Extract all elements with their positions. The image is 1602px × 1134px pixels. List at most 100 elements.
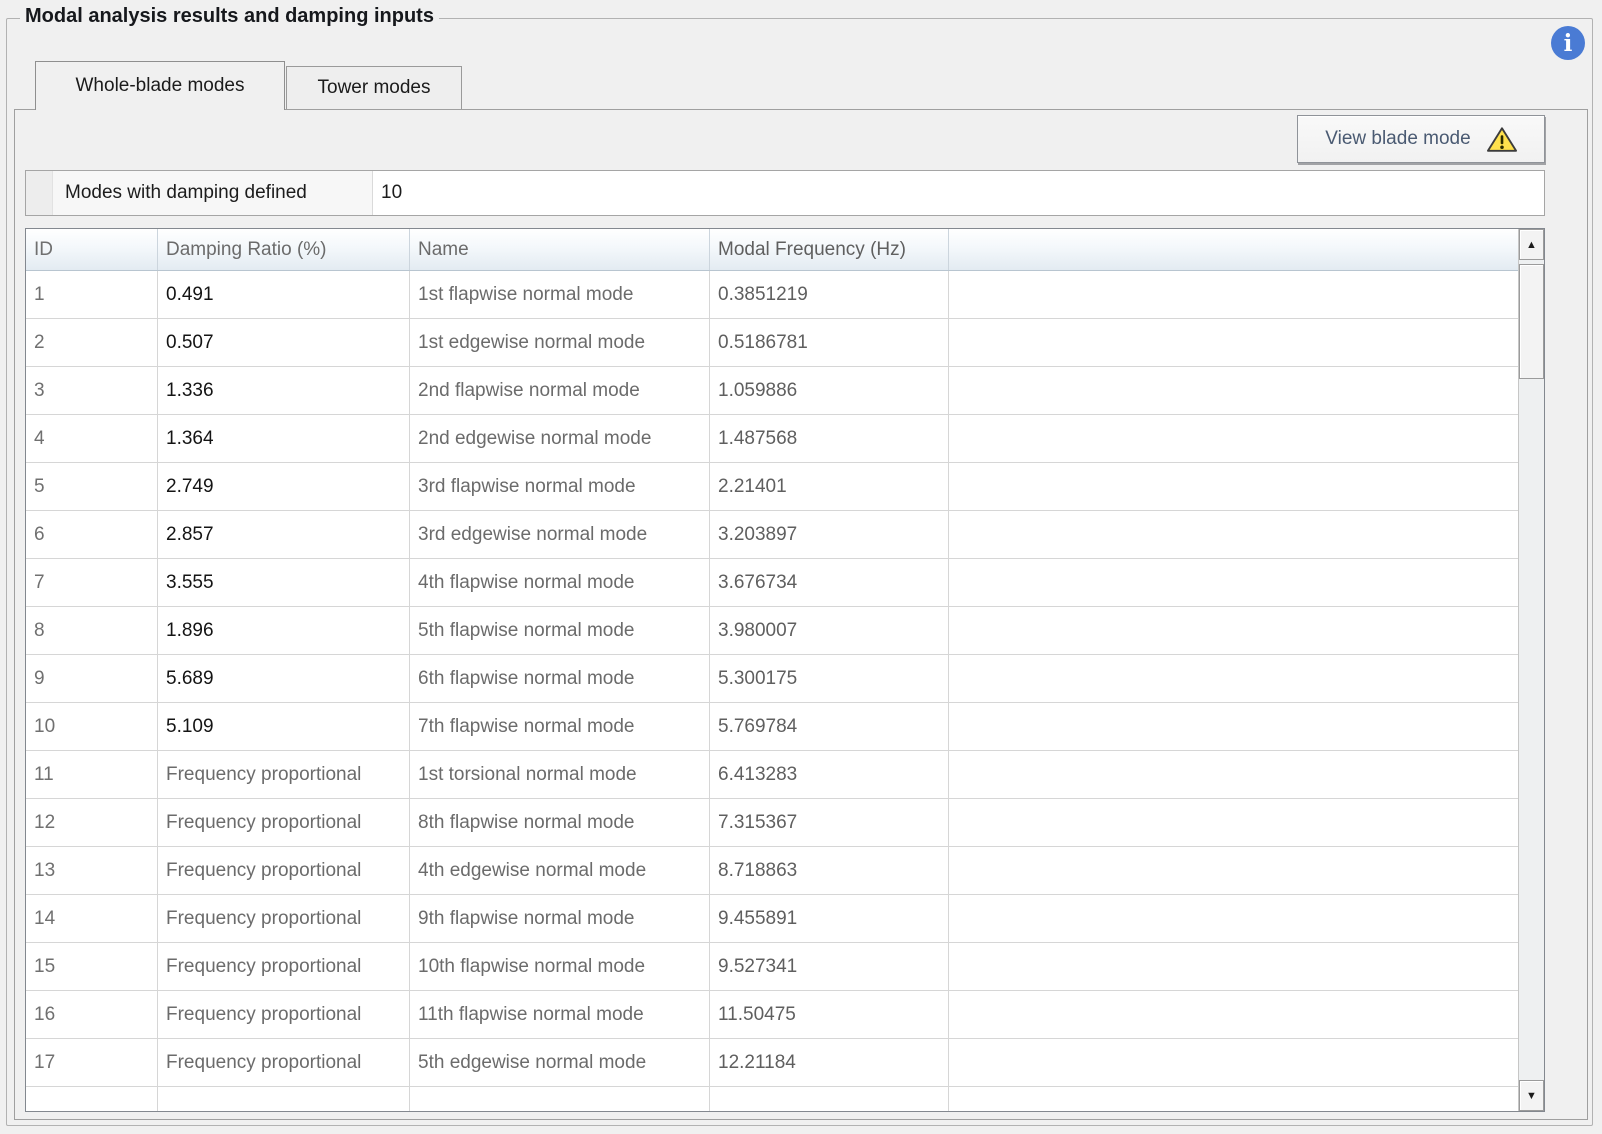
table-row: 11Frequency proportional1st torsional no… bbox=[26, 751, 1518, 799]
vertical-scrollbar[interactable]: ▲ ▼ bbox=[1518, 229, 1544, 1111]
column-header-damping[interactable]: Damping Ratio (%) bbox=[158, 229, 410, 270]
cell-name: 9th flapwise normal mode bbox=[410, 895, 710, 943]
tab-tower-modes[interactable]: Tower modes bbox=[286, 66, 462, 109]
column-header-name[interactable]: Name bbox=[410, 229, 710, 270]
cell-freq: 12.21184 bbox=[710, 1039, 949, 1087]
cell-filler bbox=[949, 751, 1518, 799]
cell-damping: Frequency proportional bbox=[158, 1039, 410, 1087]
cell-filler bbox=[949, 1087, 1518, 1111]
cell-name: 7th flapwise normal mode bbox=[410, 703, 710, 751]
cell-freq: 6.413283 bbox=[710, 751, 949, 799]
cell-name: 1st torsional normal mode bbox=[410, 751, 710, 799]
cell-damping[interactable]: 2.749 bbox=[158, 463, 410, 511]
column-header-id[interactable]: ID bbox=[26, 229, 158, 270]
scroll-down-button[interactable]: ▼ bbox=[1519, 1080, 1544, 1111]
modes-with-damping-label: Modes with damping defined bbox=[53, 171, 373, 215]
cell-name: 5th flapwise normal mode bbox=[410, 607, 710, 655]
modes-with-damping-input[interactable]: 10 bbox=[373, 171, 1544, 215]
cell-filler bbox=[949, 895, 1518, 943]
cell-filler bbox=[949, 847, 1518, 895]
cell-filler bbox=[949, 463, 1518, 511]
cell-name: 4th flapwise normal mode bbox=[410, 559, 710, 607]
cell-damping: Frequency proportional bbox=[158, 991, 410, 1039]
cell-damping[interactable]: 0.507 bbox=[158, 319, 410, 367]
table-row: 16Frequency proportional11th flapwise no… bbox=[26, 991, 1518, 1039]
scrollbar-thumb[interactable] bbox=[1519, 264, 1544, 379]
cell-freq: 3.980007 bbox=[710, 607, 949, 655]
cell-name: 2nd flapwise normal mode bbox=[410, 367, 710, 415]
cell-filler bbox=[949, 559, 1518, 607]
cell-damping[interactable]: 1.336 bbox=[158, 367, 410, 415]
cell-freq: 5.769784 bbox=[710, 703, 949, 751]
warning-icon bbox=[1487, 126, 1517, 153]
info-icon[interactable]: i bbox=[1551, 26, 1585, 60]
cell-damping[interactable]: 1.364 bbox=[158, 415, 410, 463]
cell-name: 1st flapwise normal mode bbox=[410, 271, 710, 319]
cell-freq: 9.455891 bbox=[710, 895, 949, 943]
cell-damping[interactable]: 5.689 bbox=[158, 655, 410, 703]
table-header-row: ID Damping Ratio (%) Name Modal Frequenc… bbox=[26, 229, 1518, 271]
cell-freq: 0.5186781 bbox=[710, 319, 949, 367]
cell-name: 6th flapwise normal mode bbox=[410, 655, 710, 703]
cell-damping: Frequency proportional bbox=[158, 799, 410, 847]
cell-name: 4th edgewise normal mode bbox=[410, 847, 710, 895]
table-row: 81.8965th flapwise normal mode3.980007 bbox=[26, 607, 1518, 655]
cell-freq: 3.676734 bbox=[710, 559, 949, 607]
tab-label: Whole-blade modes bbox=[76, 75, 245, 97]
table-row: 73.5554th flapwise normal mode3.676734 bbox=[26, 559, 1518, 607]
cell-filler bbox=[949, 943, 1518, 991]
cell-id: 9 bbox=[26, 655, 158, 703]
cell-id bbox=[26, 1087, 158, 1111]
table-row: 62.8573rd edgewise normal mode3.203897 bbox=[26, 511, 1518, 559]
cell-freq: 7.315367 bbox=[710, 799, 949, 847]
cell-freq: 1.487568 bbox=[710, 415, 949, 463]
info-icon-glyph: i bbox=[1564, 30, 1573, 57]
cell-damping: Frequency proportional bbox=[158, 847, 410, 895]
scroll-down-icon: ▼ bbox=[1526, 1090, 1537, 1102]
cell-id: 12 bbox=[26, 799, 158, 847]
tab-label: Tower modes bbox=[318, 77, 431, 99]
cell-damping[interactable]: 0.491 bbox=[158, 271, 410, 319]
table-row: 14Frequency proportional9th flapwise nor… bbox=[26, 895, 1518, 943]
table-row: 31.3362nd flapwise normal mode1.059886 bbox=[26, 367, 1518, 415]
cell-filler bbox=[949, 1039, 1518, 1087]
column-header-frequency[interactable]: Modal Frequency (Hz) bbox=[710, 229, 949, 270]
cell-filler bbox=[949, 703, 1518, 751]
cell-id: 1 bbox=[26, 271, 158, 319]
cell-id: 11 bbox=[26, 751, 158, 799]
cell-id: 7 bbox=[26, 559, 158, 607]
cell-name: 1st edgewise normal mode bbox=[410, 319, 710, 367]
table-row: 95.6896th flapwise normal mode5.300175 bbox=[26, 655, 1518, 703]
cell-filler bbox=[949, 655, 1518, 703]
cell-id: 6 bbox=[26, 511, 158, 559]
cell-id: 3 bbox=[26, 367, 158, 415]
view-blade-mode-button[interactable]: View blade mode bbox=[1297, 115, 1545, 163]
table-row: 105.1097th flapwise normal mode5.769784 bbox=[26, 703, 1518, 751]
table-row: 10.4911st flapwise normal mode0.3851219 bbox=[26, 271, 1518, 319]
cell-name: 5th edgewise normal mode bbox=[410, 1039, 710, 1087]
cell-freq: 11.50475 bbox=[710, 991, 949, 1039]
cell-freq: 0.3851219 bbox=[710, 271, 949, 319]
scroll-up-button[interactable]: ▲ bbox=[1519, 229, 1544, 260]
cell-damping[interactable]: 1.896 bbox=[158, 607, 410, 655]
table-row: 12Frequency proportional8th flapwise nor… bbox=[26, 799, 1518, 847]
cell-filler bbox=[949, 799, 1518, 847]
cell-damping: Frequency proportional bbox=[158, 751, 410, 799]
table-row: 20.5071st edgewise normal mode0.5186781 bbox=[26, 319, 1518, 367]
property-row-gutter bbox=[26, 171, 53, 215]
table-row: 52.7493rd flapwise normal mode2.21401 bbox=[26, 463, 1518, 511]
table-row: 13Frequency proportional4th edgewise nor… bbox=[26, 847, 1518, 895]
tab-whole-blade-modes[interactable]: Whole-blade modes bbox=[35, 61, 285, 110]
cell-damping bbox=[158, 1087, 410, 1111]
cell-damping[interactable]: 5.109 bbox=[158, 703, 410, 751]
cell-filler bbox=[949, 607, 1518, 655]
table-row bbox=[26, 1087, 1518, 1111]
cell-name: 2nd edgewise normal mode bbox=[410, 415, 710, 463]
table-row: 41.3642nd edgewise normal mode1.487568 bbox=[26, 415, 1518, 463]
cell-name: 10th flapwise normal mode bbox=[410, 943, 710, 991]
cell-id: 2 bbox=[26, 319, 158, 367]
cell-damping[interactable]: 3.555 bbox=[158, 559, 410, 607]
cell-damping: Frequency proportional bbox=[158, 943, 410, 991]
cell-damping[interactable]: 2.857 bbox=[158, 511, 410, 559]
cell-name: 3rd flapwise normal mode bbox=[410, 463, 710, 511]
